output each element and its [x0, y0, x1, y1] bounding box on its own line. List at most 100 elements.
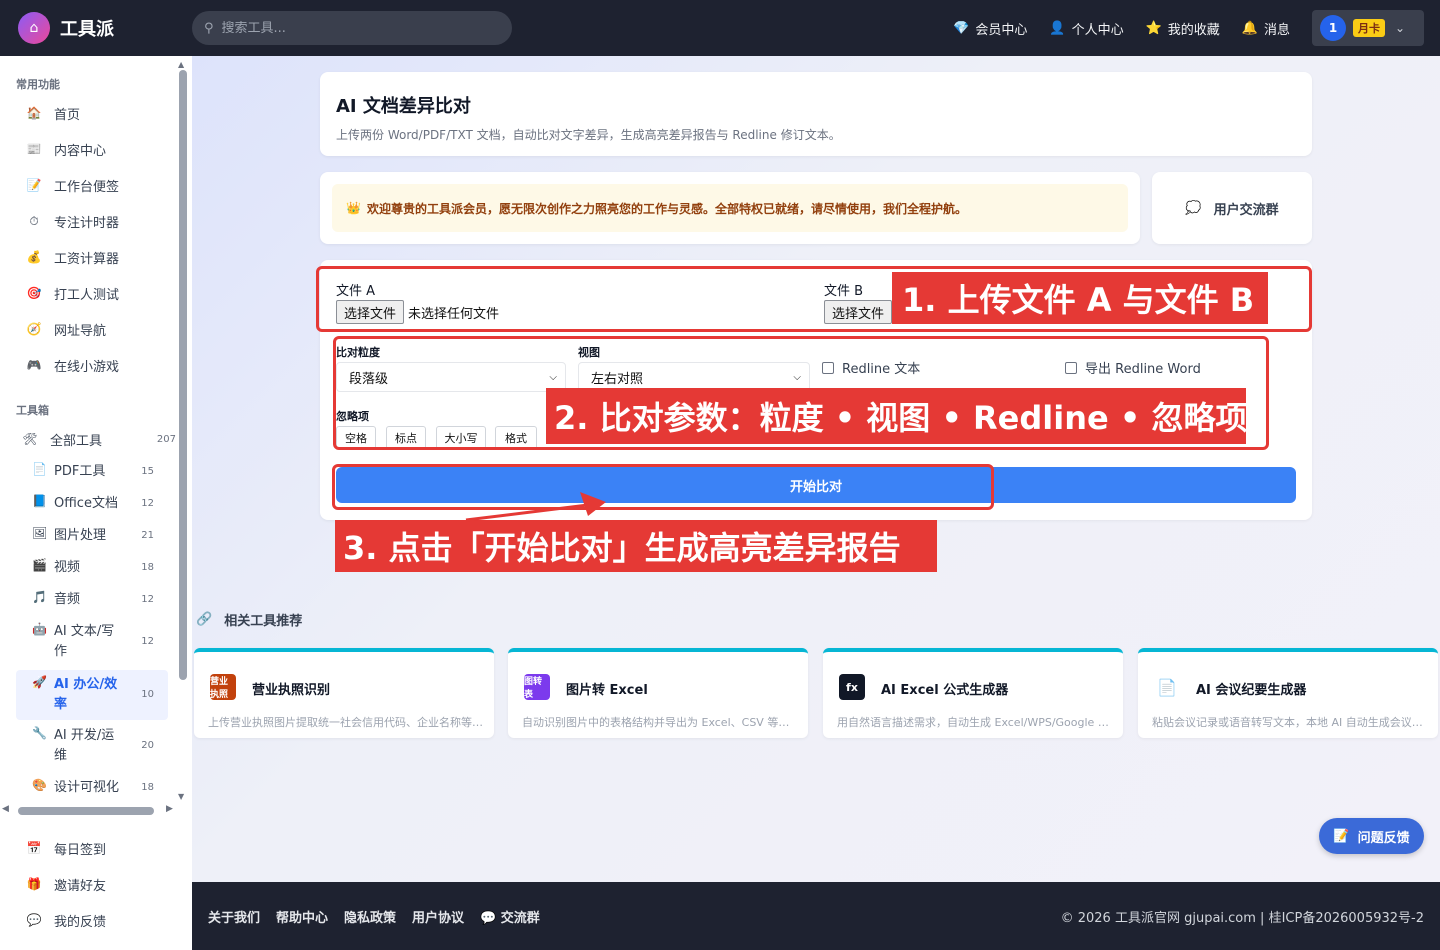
tool-desc: 粘贴会议记录或语音转写文本，本地 AI 自动生成会议纪要 — [1152, 716, 1428, 729]
avatar: 1 — [1320, 15, 1346, 41]
sidebar-horizontal-scrollbar[interactable]: ◀ ▶ — [2, 804, 176, 816]
sidebar-item-ai-dev[interactable]: 🔧 AI 开发/运维 20 — [16, 726, 168, 766]
sidebar-item-label: 音频 — [54, 592, 81, 607]
sidebar-item-label: 工作台便签 — [54, 179, 120, 195]
sidebar-item-label: 打工人测试 — [54, 287, 120, 303]
logo[interactable]: ⌂ 工具派 — [18, 12, 192, 44]
sidebar-item-label: 我的反馈 — [54, 914, 107, 930]
footer: 关于我们 帮助中心 隐私政策 用户协议 💬 交流群 © 2026 工具派官网 g… — [192, 882, 1440, 950]
section-tools-title: 工具箱 — [16, 404, 49, 417]
memo-icon: 📝 — [26, 178, 42, 192]
sidebar-item-label: 专注计时器 — [54, 215, 120, 231]
scroll-up-arrow-icon[interactable]: ▲ — [178, 60, 184, 69]
footer-link-group[interactable]: 💬 交流群 — [480, 907, 540, 926]
count-badge: 18 — [141, 782, 154, 793]
sidebar-item-label: PDF工具 — [54, 464, 106, 479]
wrench-icon: 🔧 — [32, 726, 47, 740]
nav-favorites[interactable]: ⭐ 我的收藏 — [1146, 19, 1220, 38]
sidebar-item-timer[interactable]: ⏱ 专注计时器 — [16, 205, 176, 237]
tool-card-license-ocr[interactable]: 营业执照 营业执照识别 上传营业执照图片提取统一社会信用代码、企业名称等信息 — [194, 648, 494, 738]
sidebar-item-office[interactable]: 📘 Office文档 12 — [16, 494, 168, 514]
footer-link-privacy[interactable]: 隐私政策 — [344, 907, 396, 926]
image-to-table-icon: 图转表 — [524, 674, 550, 700]
diamond-icon: 💎 — [953, 20, 970, 36]
user-group-card[interactable]: 💭 用户交流群 — [1152, 172, 1312, 244]
scrollbar-thumb[interactable] — [179, 70, 187, 680]
search-bar[interactable]: ⚲ — [192, 11, 512, 45]
app-name: 工具派 — [60, 19, 114, 40]
gamepad-icon: 🎮 — [26, 358, 42, 372]
count-badge: 15 — [141, 466, 154, 477]
sidebar-item-invite[interactable]: 🎁 邀请好友 — [16, 868, 176, 900]
timer-icon: ⏱ — [29, 213, 39, 228]
sidebar-item-design[interactable]: 🎨 设计可视化 18 — [16, 778, 168, 798]
top-nav: 💎 会员中心 👤 个人中心 ⭐ 我的收藏 🔔 消息 1 月卡 ⌄ — [931, 10, 1424, 46]
sidebar-item-label: 图片处理 — [54, 528, 107, 543]
nav-personal-center[interactable]: 👤 个人中心 — [1049, 19, 1123, 38]
sidebar-item-games[interactable]: 🎮 在线小游戏 — [16, 349, 176, 381]
sidebar-item-pdf[interactable]: 📄 PDF工具 15 — [16, 462, 168, 482]
crown-icon: 👑 — [346, 201, 361, 215]
plan-badge: 月卡 — [1353, 19, 1385, 37]
tool-desc: 用自然语言描述需求，自动生成 Excel/WPS/Google Sheets 公… — [837, 716, 1113, 729]
nav-member-center[interactable]: 💎 会员中心 — [953, 19, 1027, 38]
sidebar-item-home[interactable]: 🏠 首页 — [16, 97, 176, 129]
nav-label: 我的收藏 — [1167, 22, 1220, 38]
scroll-down-arrow-icon[interactable]: ▼ — [178, 792, 184, 801]
count-badge: 12 — [141, 498, 154, 509]
sidebar-item-my-feedback[interactable]: 💬 我的反馈 — [16, 904, 176, 936]
footer-link-terms[interactable]: 用户协议 — [412, 907, 464, 926]
sidebar-item-content[interactable]: 📰 内容中心 — [16, 133, 176, 165]
count-badge: 10 — [141, 689, 154, 700]
tool-desc: 自动识别图片中的表格结构并导出为 Excel、CSV 等格式 — [522, 716, 798, 729]
tool-name: AI Excel 公式生成器 — [881, 683, 1009, 698]
sidebar-item-ai-writing[interactable]: 🤖 AI 文本/写作 12 — [16, 622, 168, 662]
image-icon: 🖼 — [32, 526, 48, 540]
sidebar-item-worker-test[interactable]: 🎯 打工人测试 — [16, 277, 176, 309]
count-badge: 12 — [141, 594, 154, 605]
gift-icon: 🎁 — [26, 877, 42, 891]
sidebar-item-ai-office[interactable]: 🚀 AI 办公/效率 10 — [16, 670, 168, 720]
tool-card-excel-formula[interactable]: fx AI Excel 公式生成器 用自然语言描述需求，自动生成 Excel/W… — [823, 648, 1123, 738]
sidebar-item-video[interactable]: 🎬 视频 18 — [16, 558, 168, 578]
sidebar-item-label: 邀请好友 — [54, 878, 107, 894]
annotation-step1: 1. 上传文件 A 与文件 B — [892, 272, 1268, 324]
sidebar-item-salary[interactable]: 💰 工资计算器 — [16, 241, 176, 273]
scrollbar-thumb[interactable] — [18, 807, 154, 815]
sidebar-item-audio[interactable]: 🎵 音频 12 — [16, 590, 168, 610]
office-icon: 📘 — [32, 494, 47, 508]
sidebar-item-label: 设计可视化 — [54, 780, 120, 795]
footer-link-help[interactable]: 帮助中心 — [276, 907, 328, 926]
sidebar-item-checkin[interactable]: 📅 每日签到 — [16, 832, 176, 864]
sidebar-item-image[interactable]: 🖼 图片处理 21 — [16, 526, 168, 546]
compass-icon: 🧭 — [26, 322, 42, 336]
annotation-step2: 2. 比对参数：粒度 • 视图 • Redline • 忽略项 — [546, 388, 1247, 444]
related-title-text: 相关工具推荐 — [224, 614, 303, 629]
tool-name: AI 会议纪要生成器 — [1196, 683, 1307, 698]
chat-icon: 💬 — [26, 913, 42, 927]
user-menu[interactable]: 1 月卡 ⌄ — [1312, 10, 1424, 46]
nav-messages[interactable]: 🔔 消息 — [1242, 19, 1290, 38]
feedback-button[interactable]: 📝 问题反馈 — [1319, 818, 1424, 854]
tool-card-meeting-notes[interactable]: 📄 AI 会议纪要生成器 粘贴会议记录或语音转写文本，本地 AI 自动生成会议纪… — [1138, 648, 1438, 738]
sidebar-vertical-scrollbar[interactable]: ▲ ▼ — [178, 60, 188, 804]
scroll-right-arrow-icon[interactable]: ▶ — [166, 804, 173, 814]
sidebar: 常用功能 🏠 首页 📰 内容中心 📝 工作台便签 ⏱ 专注计时器 💰 工资计算器 🎯 打工人… — [0, 56, 192, 950]
annotation-step3: 3. 点击「开始比对」生成高亮差异报告 — [335, 520, 937, 572]
pdf-icon: 📄 — [32, 462, 47, 476]
sidebar-item-url-nav[interactable]: 🧭 网址导航 — [16, 313, 176, 345]
robot-icon: 🤖 — [32, 622, 47, 636]
count-badge: 21 — [141, 530, 154, 541]
count-badge: 12 — [141, 636, 154, 647]
tool-card-image-to-excel[interactable]: 图转表 图片转 Excel 自动识别图片中的表格结构并导出为 Excel、CSV… — [508, 648, 808, 738]
footer-link-about[interactable]: 关于我们 — [208, 907, 260, 926]
search-input[interactable] — [221, 20, 482, 36]
count-badge: 20 — [141, 740, 154, 751]
license-icon: 营业执照 — [210, 674, 236, 700]
scroll-left-arrow-icon[interactable]: ◀ — [2, 804, 9, 814]
sidebar-item-label: 网址导航 — [54, 323, 107, 339]
sidebar-item-memo[interactable]: 📝 工作台便签 — [16, 169, 176, 201]
sidebar-item-all-tools[interactable]: 🛠 全部工具 207 — [16, 423, 176, 455]
sidebar-item-label: 每日签到 — [54, 842, 107, 858]
count-badge: 207 — [156, 433, 176, 445]
